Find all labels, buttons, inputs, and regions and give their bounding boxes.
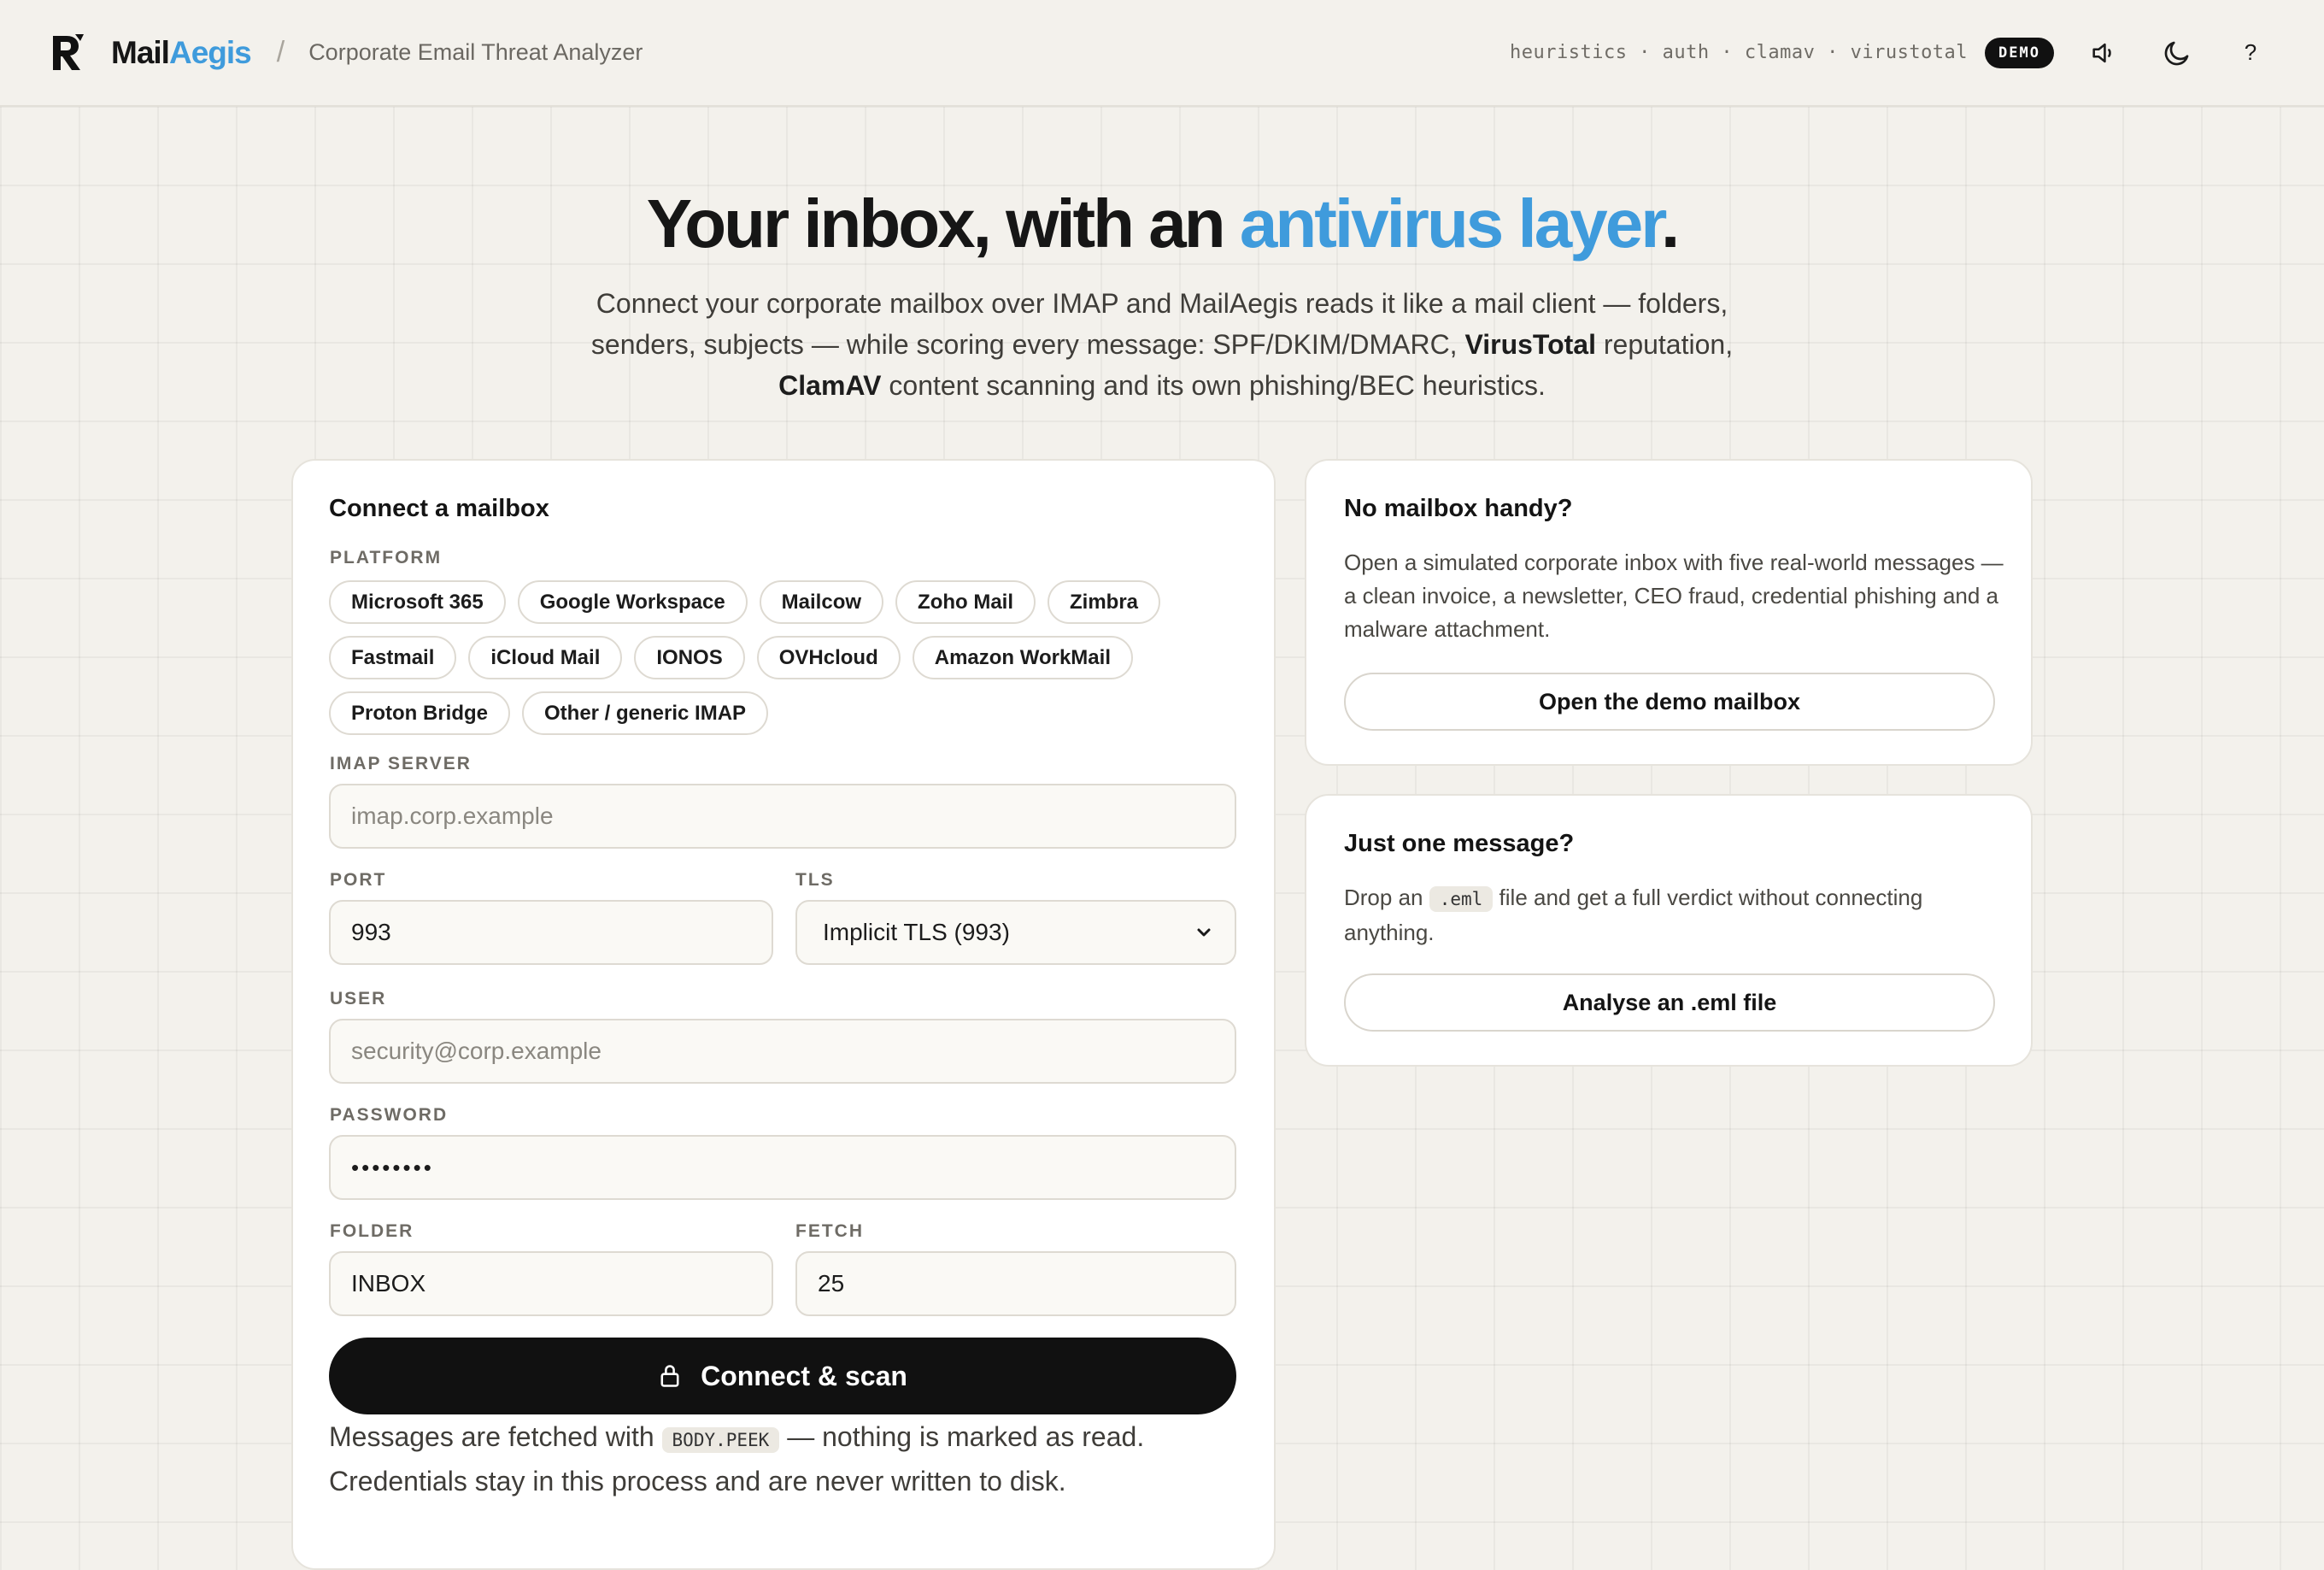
- hero-description: Connect your corporate mailbox over IMAP…: [564, 283, 1760, 406]
- platform-chip-microsoft-365[interactable]: Microsoft 365: [329, 580, 506, 624]
- note-text-3: Credentials stay in this process and are…: [329, 1466, 1066, 1496]
- eml-card-title: Just one message?: [1344, 830, 1575, 857]
- folder-input[interactable]: INBOX: [329, 1251, 773, 1316]
- eml-desc-1: Drop an: [1344, 885, 1429, 910]
- port-label: PORT: [330, 870, 387, 890]
- platform-chip-ionos[interactable]: IONOS: [634, 636, 745, 679]
- hero-title-text: Your inbox, with an: [646, 185, 1240, 262]
- tls-select[interactable]: Implicit TLS (993): [795, 900, 1236, 965]
- hero-desc-clamav: ClamAV: [778, 370, 882, 401]
- password-label: PASSWORD: [330, 1105, 449, 1125]
- platform-chip-zoho-mail[interactable]: Zoho Mail: [895, 580, 1036, 624]
- connect-card-title: Connect a mailbox: [329, 495, 549, 522]
- moon-icon: [2164, 41, 2189, 65]
- platform-chip-fastmail[interactable]: Fastmail: [329, 636, 457, 679]
- platform-chip-proton-bridge[interactable]: Proton Bridge: [329, 691, 510, 735]
- hero-desc-virustotal: VirusTotal: [1464, 329, 1596, 360]
- speaker-icon: [2092, 43, 2111, 62]
- fetch-input[interactable]: 25: [795, 1251, 1236, 1316]
- chevron-down-icon: [1197, 928, 1211, 937]
- note-text-1: Messages are fetched with: [329, 1421, 662, 1452]
- hero-desc-2: reputation,: [1595, 329, 1734, 360]
- platform-chip-mailcow[interactable]: Mailcow: [759, 580, 884, 624]
- tls-label: TLS: [795, 870, 835, 890]
- logo-icon[interactable]: [50, 32, 85, 74]
- brand-name-main: Mail: [111, 34, 170, 70]
- demo-card-description: Open a simulated corporate inbox with fi…: [1344, 550, 2004, 642]
- imap-server-label: IMAP SERVER: [330, 754, 472, 773]
- sound-toggle-button[interactable]: [2080, 29, 2127, 77]
- imap-server-input[interactable]: imap.corp.example: [329, 784, 1236, 849]
- platform-label: PLATFORM: [330, 548, 443, 567]
- platform-chip-generic-imap[interactable]: Other / generic IMAP: [522, 691, 769, 735]
- hero-desc-3: content scanning and its own phishing/BE…: [881, 370, 1546, 401]
- open-demo-mailbox-button[interactable]: Open the demo mailbox: [1344, 673, 1995, 731]
- top-bar: MailAegis / Corporate Email Threat Analy…: [0, 0, 2324, 107]
- breadcrumb-separator: /: [276, 36, 285, 68]
- hero-title: Your inbox, with an antivirus layer.: [0, 181, 2324, 267]
- app-subtitle: Corporate Email Threat Analyzer: [308, 39, 643, 65]
- analyse-eml-button[interactable]: Analyse an .eml file: [1344, 973, 1995, 1032]
- user-label: USER: [330, 989, 387, 1008]
- connect-mailbox-card: Connect a mailbox PLATFORM Microsoft 365…: [291, 459, 1276, 1570]
- brand-name[interactable]: MailAegis: [111, 34, 252, 71]
- eml-card-description: Drop an .eml file and get a full verdict…: [1344, 881, 2010, 950]
- port-input[interactable]: 993: [329, 900, 773, 965]
- privacy-note: Messages are fetched with BODY.PEEK — no…: [329, 1416, 1252, 1502]
- eml-code: .eml: [1429, 886, 1494, 912]
- platform-chip-ovhcloud[interactable]: OVHcloud: [756, 636, 901, 679]
- engine-list: heuristics · auth · clamav · virustotal: [1509, 42, 1969, 63]
- demo-badge: DEMO: [1985, 37, 2054, 68]
- demo-card-title: No mailbox handy?: [1344, 495, 1573, 522]
- folder-label: FOLDER: [330, 1221, 414, 1241]
- hero-title-accent: antivirus layer: [1239, 185, 1664, 262]
- fetch-label: FETCH: [795, 1221, 864, 1241]
- body-peek-code: BODY.PEEK: [661, 1427, 780, 1453]
- theme-toggle-button[interactable]: [2153, 29, 2201, 77]
- note-text-2: — nothing is marked as read.: [779, 1421, 1145, 1452]
- platform-chip-zimbra[interactable]: Zimbra: [1048, 580, 1161, 624]
- platform-chip-amazon-workmail[interactable]: Amazon WorkMail: [912, 636, 1133, 679]
- platform-chip-google-workspace[interactable]: Google Workspace: [517, 580, 748, 624]
- demo-mailbox-card: No mailbox handy? Open a simulated corpo…: [1305, 459, 2033, 766]
- platform-chip-icloud-mail[interactable]: iCloud Mail: [468, 636, 623, 679]
- eml-upload-card: Just one message? Drop an .eml file and …: [1305, 794, 2033, 1067]
- connect-scan-button[interactable]: Connect & scan: [329, 1338, 1236, 1414]
- platform-chips: Microsoft 365 Google Workspace Mailcow Z…: [329, 580, 1252, 747]
- hero-title-end: .: [1660, 185, 1680, 262]
- tls-select-value: Implicit TLS (993): [823, 919, 1010, 945]
- connect-scan-label: Connect & scan: [701, 1360, 907, 1391]
- help-button[interactable]: ?: [2227, 29, 2274, 77]
- lock-icon: [660, 1365, 679, 1387]
- brand-name-accent: Aegis: [168, 34, 252, 70]
- password-input[interactable]: ••••••••: [329, 1135, 1236, 1200]
- user-input[interactable]: security@corp.example: [329, 1019, 1236, 1084]
